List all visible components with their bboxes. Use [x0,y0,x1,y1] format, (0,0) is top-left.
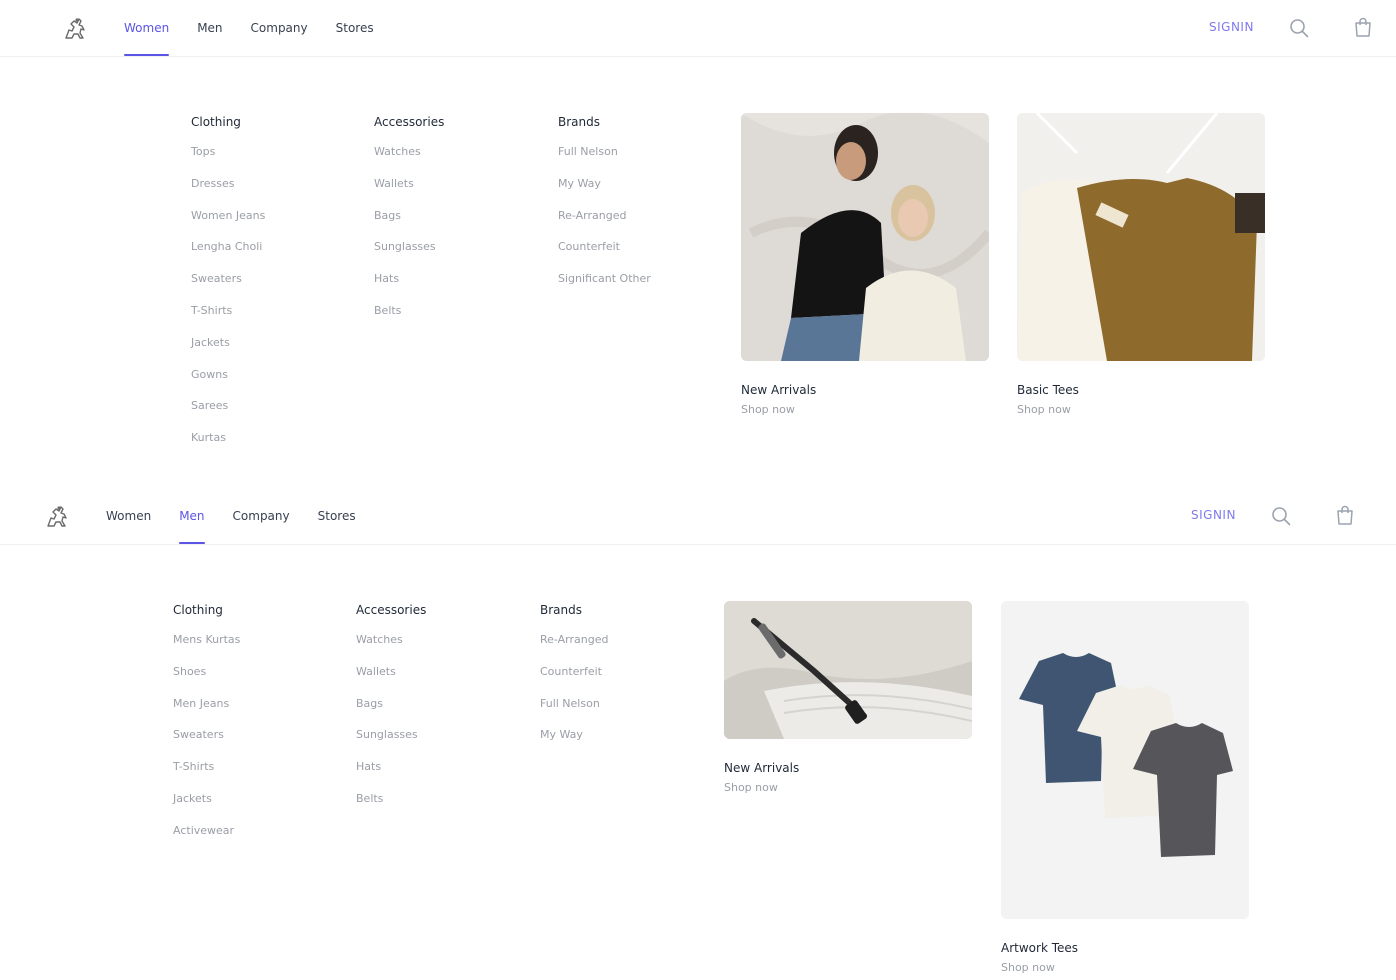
category-link[interactable]: Full Nelson [540,696,710,728]
column-title: Brands [558,115,600,129]
signin-link[interactable]: SIGNIN [1191,508,1236,522]
nav-link-women[interactable]: Women [106,488,151,544]
featured-title: Basic Tees [1017,383,1079,397]
featured-title: New Arrivals [741,383,817,397]
category-link[interactable]: Wallets [356,664,526,696]
category-link[interactable]: Counterfeit [558,239,728,271]
primary-nav-links: Women Men Company Stores [106,488,356,544]
category-link[interactable]: Tops [191,144,361,176]
featured-card-basic-tees[interactable]: Basic Tees Shop now [1017,113,1265,416]
category-list: Watches Wallets Bags Sunglasses Hats Bel… [356,632,526,823]
featured-image[interactable] [1017,113,1265,361]
nav-link-company[interactable]: Company [233,488,290,544]
category-link[interactable]: Belts [356,791,526,823]
featured-image[interactable] [724,601,972,739]
featured-card-artwork-tees[interactable]: Artwork Tees Shop now [1001,601,1249,974]
category-link[interactable]: Kurtas [191,430,361,462]
category-link[interactable]: Women Jeans [191,208,361,240]
category-link[interactable]: Wallets [374,176,544,208]
category-list: Re-Arranged Counterfeit Full Nelson My W… [540,632,710,759]
accessories-column: Accessories Watches Wallets Bags Sunglas… [374,115,544,335]
nav-link-women[interactable]: Women [124,0,170,56]
signin-link[interactable]: SIGNIN [1209,20,1254,34]
featured-image[interactable] [741,113,989,361]
category-link[interactable]: Hats [374,271,544,303]
brands-column: Brands Full Nelson My Way Re-Arranged Co… [558,115,728,303]
shop-now-link[interactable]: Shop now [724,781,972,794]
category-link[interactable]: Lengha Choli [191,239,361,271]
brands-column: Brands Re-Arranged Counterfeit Full Nels… [540,603,710,759]
nav-link-men[interactable]: Men [179,488,205,544]
category-link[interactable]: Full Nelson [558,144,728,176]
category-list: Watches Wallets Bags Sunglasses Hats Bel… [374,144,544,335]
category-link[interactable]: Re-Arranged [540,632,710,664]
category-link[interactable]: Bags [356,696,526,728]
clothing-column: Clothing Mens Kurtas Shoes Men Jeans Swe… [173,603,343,855]
category-list: Tops Dresses Women Jeans Lengha Choli Sw… [191,144,361,462]
nav-link-men[interactable]: Men [197,0,222,56]
category-link[interactable]: T-Shirts [173,759,343,791]
category-link[interactable]: Significant Other [558,271,728,303]
column-title: Clothing [191,115,241,129]
featured-title: Artwork Tees [1001,941,1079,955]
column-title: Accessories [356,603,427,617]
category-link[interactable]: Counterfeit [540,664,710,696]
accessories-column: Accessories Watches Wallets Bags Sunglas… [356,603,526,823]
category-link[interactable]: Watches [374,144,544,176]
category-link[interactable]: Jackets [173,791,343,823]
category-link[interactable]: Sweaters [191,271,361,303]
hanging-tees-illustration [1017,113,1265,361]
artwork-tees-illustration [1001,601,1249,919]
category-link[interactable]: Sunglasses [356,727,526,759]
category-link[interactable]: Belts [374,303,544,335]
featured-card-new-arrivals[interactable]: New Arrivals Shop now [741,113,989,416]
category-link[interactable]: Activewear [173,823,343,855]
column-title: Accessories [374,115,445,129]
category-link[interactable]: Sarees [191,398,361,430]
search-icon[interactable] [1288,17,1310,39]
category-link[interactable]: My Way [540,727,710,759]
column-title: Brands [540,603,582,617]
category-link[interactable]: Sunglasses [374,239,544,271]
category-link[interactable]: Mens Kurtas [173,632,343,664]
shopping-bag-icon[interactable] [1334,504,1356,526]
column-title: Clothing [173,603,223,617]
search-icon[interactable] [1270,505,1292,527]
top-navigation: Women Men Company Stores SIGNIN [0,0,1396,57]
category-link[interactable]: Jackets [191,335,361,367]
shopping-bag-icon[interactable] [1352,16,1374,38]
shop-now-link[interactable]: Shop now [741,403,989,416]
featured-title: New Arrivals [724,761,800,775]
women-mega-menu-panel: Women Men Company Stores SIGNIN Clothing… [0,0,1396,488]
shop-now-link[interactable]: Shop now [1017,403,1265,416]
men-mega-menu-panel: Women Men Company Stores SIGNIN Clothing… [0,488,1396,980]
featured-card-new-arrivals[interactable]: New Arrivals Shop now [724,601,972,794]
category-link[interactable]: Hats [356,759,526,791]
category-link[interactable]: Gowns [191,367,361,399]
horse-rider-logo-icon[interactable] [62,16,88,40]
category-link[interactable]: Re-Arranged [558,208,728,240]
drawstring-fabric-illustration [724,601,972,739]
category-link[interactable]: Dresses [191,176,361,208]
nav-link-stores[interactable]: Stores [336,0,374,56]
top-navigation: Women Men Company Stores SIGNIN [0,488,1396,545]
nav-link-company[interactable]: Company [251,0,308,56]
nav-link-stores[interactable]: Stores [318,488,356,544]
clothing-column: Clothing Tops Dresses Women Jeans Lengha… [191,115,361,462]
primary-nav-links: Women Men Company Stores [124,0,374,56]
category-list: Full Nelson My Way Re-Arranged Counterfe… [558,144,728,303]
category-list: Mens Kurtas Shoes Men Jeans Sweaters T-S… [173,632,343,855]
category-link[interactable]: Men Jeans [173,696,343,728]
category-link[interactable]: T-Shirts [191,303,361,335]
category-link[interactable]: Bags [374,208,544,240]
category-link[interactable]: My Way [558,176,728,208]
shop-now-link[interactable]: Shop now [1001,961,1249,974]
category-link[interactable]: Watches [356,632,526,664]
horse-rider-logo-icon[interactable] [44,504,70,528]
featured-image[interactable] [1001,601,1249,919]
category-link[interactable]: Sweaters [173,727,343,759]
category-link[interactable]: Shoes [173,664,343,696]
models-photo-illustration [741,113,989,361]
